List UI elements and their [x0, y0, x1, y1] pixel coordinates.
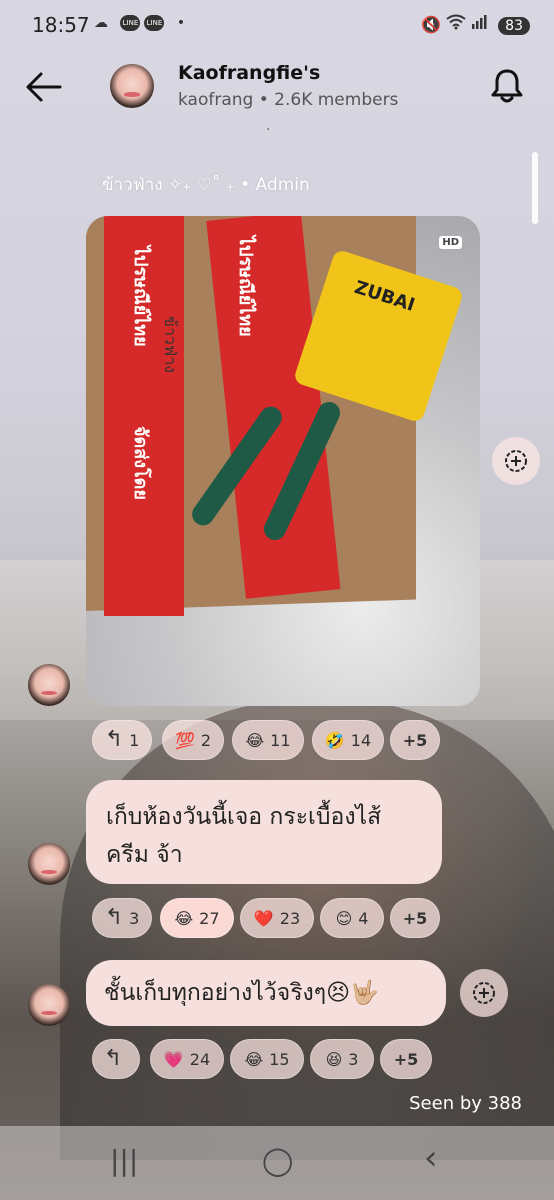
recents-button[interactable]: |||: [110, 1144, 138, 1177]
separator-dot: ·: [266, 122, 271, 138]
more-reactions-chip[interactable]: +5: [390, 898, 440, 938]
hd-badge: HD: [439, 236, 462, 249]
status-bar: 18:57 ☁ LINE LINE • 🔇 83: [0, 0, 554, 52]
reaction-chip[interactable]: 😂 15: [230, 1039, 304, 1079]
reply-button[interactable]: ↰: [92, 1039, 140, 1079]
add-reaction-icon: [505, 450, 527, 472]
add-reaction-button[interactable]: [492, 437, 540, 485]
more-reactions-chip[interactable]: +5: [380, 1039, 432, 1079]
more-reactions-chip[interactable]: +5: [390, 720, 440, 760]
channel-avatar[interactable]: [110, 64, 154, 108]
mute-icon: 🔇: [420, 15, 441, 34]
message-bubble[interactable]: ชั้นเก็บทุกอย่างไว้จริงๆ😣🤟🏼: [86, 960, 446, 1026]
reply-count-chip[interactable]: ↰ 1: [92, 720, 152, 760]
reaction-chip[interactable]: 💗 24: [150, 1039, 224, 1079]
sender-label[interactable]: ข้าวฟ่าง ✧₊ ♡˚ ₊ • Admin: [102, 171, 310, 198]
reply-count-chip[interactable]: ↰ 3: [92, 898, 152, 938]
reaction-chip[interactable]: 😂 27: [160, 898, 234, 938]
reaction-chip[interactable]: ❤️ 23: [240, 898, 314, 938]
battery-indicator: 83: [498, 17, 530, 35]
scrollbar[interactable]: [532, 152, 538, 224]
status-time: 18:57: [32, 13, 90, 37]
line-app-icon: LINE: [120, 15, 141, 31]
add-reaction-icon: [473, 982, 495, 1004]
more-notifications-dot: •: [176, 15, 190, 31]
system-icons: 🔇 83: [421, 14, 530, 35]
line-app-icon: LINE: [144, 15, 165, 31]
reaction-chip[interactable]: 💯 2: [162, 720, 224, 760]
signal-icon: [471, 15, 492, 34]
tape-text: ไปรษณีย์ไทย: [130, 246, 151, 347]
bell-icon: [491, 69, 523, 103]
reaction-chip[interactable]: 😊 4: [320, 898, 384, 938]
sender-avatar[interactable]: [28, 984, 70, 1026]
reply-arrow-icon: ↰: [103, 1046, 123, 1071]
sender-avatar[interactable]: [28, 843, 70, 885]
add-reaction-button[interactable]: [460, 969, 508, 1017]
back-button[interactable]: [24, 70, 64, 104]
sender-avatar[interactable]: [28, 664, 70, 706]
tape-text: จัดส่งโดย: [130, 426, 151, 500]
channel-subtitle: kaofrang • 2.6K members: [178, 90, 399, 110]
seen-count[interactable]: Seen by 388: [409, 1093, 522, 1114]
wifi-icon: [446, 14, 471, 34]
handwriting: ข้าวฟ่าง: [161, 316, 180, 374]
tape-text: ไปรษณีย์ไทย: [235, 236, 256, 337]
photo-message[interactable]: ไปรษณีย์ไทย จัดส่งโดย ไปรษณีย์ไทย ข้าวฟ่…: [86, 216, 480, 706]
notification-icons: ☁ LINE LINE •: [94, 15, 189, 31]
reaction-chip[interactable]: 🤣 14: [312, 720, 384, 760]
reaction-chip[interactable]: 😂 11: [232, 720, 304, 760]
reaction-chip[interactable]: 😆 3: [310, 1039, 374, 1079]
message-bubble[interactable]: เก็บห้องวันนี้เจอ กระเบื้องไส้ ครีม จ้า: [86, 780, 442, 884]
reply-arrow-icon: ↰: [104, 905, 124, 930]
arrow-left-icon: [26, 72, 62, 102]
brand-label: ZUBAI: [351, 276, 418, 316]
notifications-button[interactable]: [490, 68, 524, 104]
cloud-icon: ☁: [94, 15, 112, 31]
nav-back-button[interactable]: ‹: [424, 1138, 438, 1178]
system-nav-bar: ||| ◯ ‹: [0, 1126, 554, 1200]
channel-title[interactable]: Kaofrangfie's: [178, 62, 320, 84]
reply-arrow-icon: ↰: [104, 727, 124, 752]
home-button[interactable]: ◯: [262, 1144, 293, 1177]
channel-header: Kaofrangfie's kaofrang • 2.6K members: [0, 52, 554, 132]
